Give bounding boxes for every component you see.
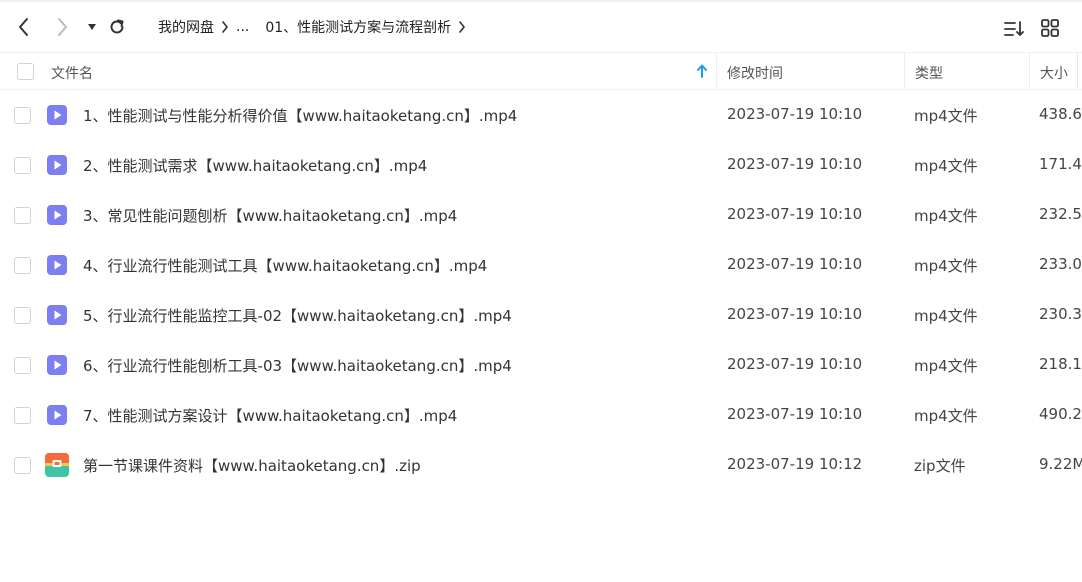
file-row[interactable]: 6、行业流行性能刨析工具-03【www.haitaoketang.cn】.mp4… [0, 340, 1082, 390]
file-size: 232.5 [1039, 205, 1082, 223]
zip-file-icon [45, 453, 69, 477]
breadcrumb-separator-icon [214, 21, 236, 33]
select-all-checkbox[interactable] [17, 63, 34, 80]
file-type: mp4文件 [914, 157, 978, 175]
file-type: mp4文件 [914, 307, 978, 325]
column-divider[interactable] [1029, 53, 1030, 90]
grid-view-icon [1041, 19, 1059, 37]
file-mtime: 2023-07-19 10:12 [727, 455, 863, 473]
row-checkbox[interactable] [14, 257, 31, 274]
chevron-right-icon [58, 18, 67, 36]
refresh-button[interactable] [105, 15, 129, 39]
sort-order-button[interactable] [1003, 19, 1025, 39]
column-header-size[interactable]: 大小 [1040, 63, 1068, 83]
file-size: 9.22M [1039, 455, 1082, 473]
file-mtime: 2023-07-19 10:10 [727, 305, 863, 323]
file-size: 438.6 [1039, 105, 1082, 123]
file-size: 233.0 [1039, 255, 1082, 273]
breadcrumb-separator-icon [451, 21, 473, 33]
chevron-left-icon [19, 18, 28, 36]
file-mtime: 2023-07-19 10:10 [727, 355, 863, 373]
forward-button[interactable] [50, 15, 74, 39]
grid-view-button[interactable] [1040, 18, 1060, 38]
breadcrumb-item-current[interactable]: 01、性能测试方案与流程剖析 [265, 17, 451, 37]
video-file-icon [47, 155, 67, 175]
file-size: 490.2 [1039, 405, 1082, 423]
video-file-icon [47, 255, 67, 275]
file-type: mp4文件 [914, 357, 978, 375]
file-size: 230.3 [1039, 305, 1082, 323]
column-header-type[interactable]: 类型 [915, 63, 943, 83]
file-row[interactable]: 1、性能测试与性能分析得价值【www.haitaoketang.cn】.mp4 … [0, 90, 1082, 140]
row-checkbox[interactable] [14, 457, 31, 474]
back-button[interactable] [12, 15, 36, 39]
file-row[interactable]: 5、行业流行性能监控工具-02【www.haitaoketang.cn】.mp4… [0, 290, 1082, 340]
file-name[interactable]: 6、行业流行性能刨析工具-03【www.haitaoketang.cn】.mp4 [83, 355, 512, 376]
sort-list-icon [1004, 21, 1024, 36]
row-checkbox[interactable] [14, 307, 31, 324]
file-list-header: 文件名 修改时间 类型 大小 [0, 52, 1082, 90]
video-file-icon [47, 355, 67, 375]
row-checkbox[interactable] [14, 207, 31, 224]
row-checkbox[interactable] [14, 157, 31, 174]
sort-ascending-icon[interactable] [696, 63, 708, 79]
file-mtime: 2023-07-19 10:10 [727, 255, 863, 273]
file-name[interactable]: 5、行业流行性能监控工具-02【www.haitaoketang.cn】.mp4 [83, 305, 512, 326]
toolbar: 我的网盘 ... 01、性能测试方案与流程剖析 [0, 2, 1082, 52]
file-row[interactable]: 7、性能测试方案设计【www.haitaoketang.cn】.mp4 2023… [0, 390, 1082, 440]
column-divider[interactable] [904, 53, 905, 90]
file-mtime: 2023-07-19 10:10 [727, 205, 863, 223]
file-name[interactable]: 1、性能测试与性能分析得价值【www.haitaoketang.cn】.mp4 [83, 105, 517, 126]
file-name[interactable]: 4、行业流行性能测试工具【www.haitaoketang.cn】.mp4 [83, 255, 487, 276]
file-type: zip文件 [914, 457, 966, 475]
file-type: mp4文件 [914, 207, 978, 225]
file-mtime: 2023-07-19 10:10 [727, 405, 863, 423]
file-row[interactable]: 2、性能测试需求【www.haitaoketang.cn】.mp4 2023-0… [0, 140, 1082, 190]
history-dropdown-button[interactable] [80, 15, 104, 39]
column-header-mtime[interactable]: 修改时间 [727, 63, 783, 83]
file-row[interactable]: 4、行业流行性能测试工具【www.haitaoketang.cn】.mp4 20… [0, 240, 1082, 290]
file-name[interactable]: 3、常见性能问题刨析【www.haitaoketang.cn】.mp4 [83, 205, 457, 226]
row-checkbox[interactable] [14, 107, 31, 124]
file-size: 171.4 [1039, 155, 1082, 173]
file-name[interactable]: 2、性能测试需求【www.haitaoketang.cn】.mp4 [83, 155, 427, 176]
file-type: mp4文件 [914, 107, 978, 125]
video-file-icon [47, 305, 67, 325]
file-row[interactable]: 3、常见性能问题刨析【www.haitaoketang.cn】.mp4 2023… [0, 190, 1082, 240]
column-divider[interactable] [716, 53, 717, 90]
video-file-icon [47, 105, 67, 125]
breadcrumb-item-root[interactable]: 我的网盘 [158, 17, 214, 37]
video-file-icon [47, 405, 67, 425]
caret-down-icon [88, 24, 96, 30]
file-type: mp4文件 [914, 257, 978, 275]
breadcrumb-item-ellipsis[interactable]: ... [236, 19, 249, 35]
file-name[interactable]: 第一节课课件资料【www.haitaoketang.cn】.zip [83, 455, 421, 476]
row-checkbox[interactable] [14, 407, 31, 424]
file-size: 218.1 [1039, 355, 1082, 373]
column-header-name[interactable]: 文件名 [51, 63, 93, 83]
video-file-icon [47, 205, 67, 225]
breadcrumb: 我的网盘 ... 01、性能测试方案与流程剖析 [158, 16, 473, 38]
file-name[interactable]: 7、性能测试方案设计【www.haitaoketang.cn】.mp4 [83, 405, 457, 426]
column-divider [1077, 53, 1078, 90]
row-checkbox[interactable] [14, 357, 31, 374]
file-list: 1、性能测试与性能分析得价值【www.haitaoketang.cn】.mp4 … [0, 90, 1082, 490]
file-mtime: 2023-07-19 10:10 [727, 105, 863, 123]
file-type: mp4文件 [914, 407, 978, 425]
file-row[interactable]: 第一节课课件资料【www.haitaoketang.cn】.zip 2023-0… [0, 440, 1082, 490]
file-mtime: 2023-07-19 10:10 [727, 155, 863, 173]
refresh-icon [110, 19, 124, 34]
